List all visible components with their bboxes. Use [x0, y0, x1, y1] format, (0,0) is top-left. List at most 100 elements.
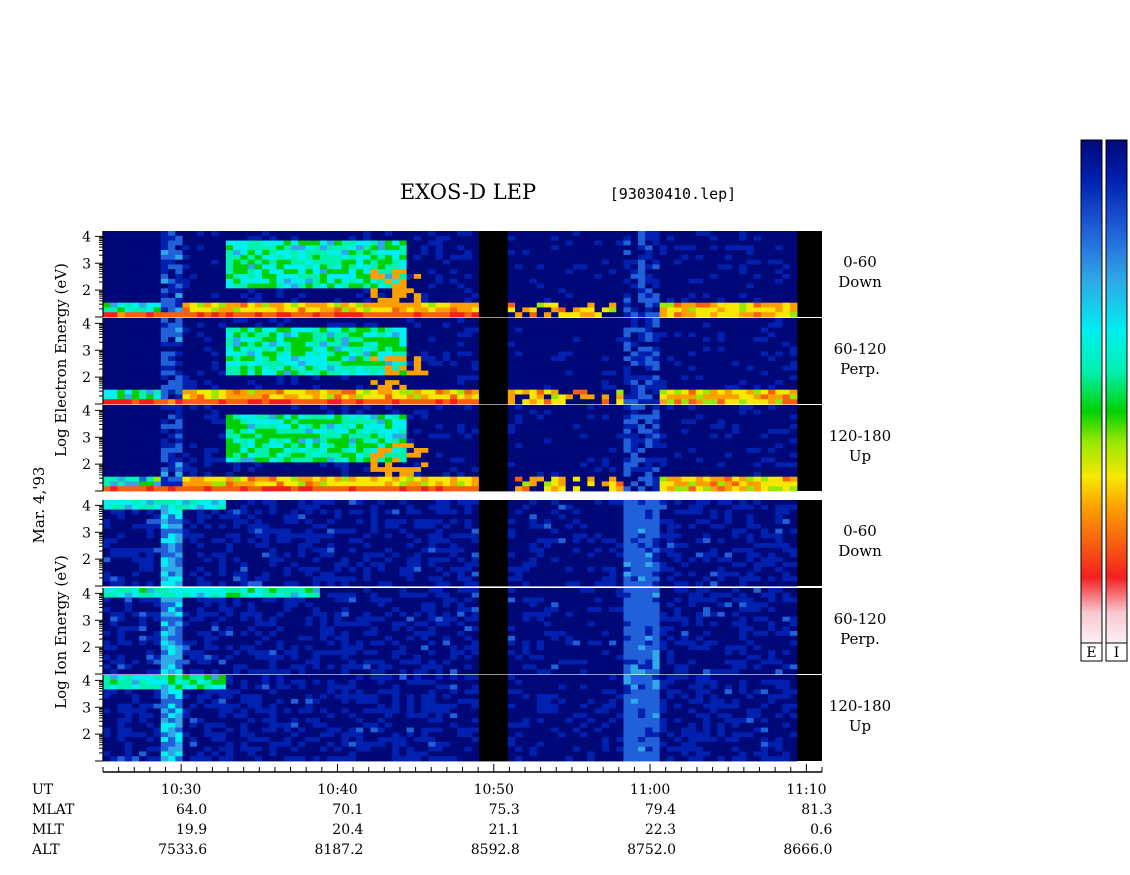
spectrogram-cell [211, 288, 220, 294]
spectrogram-cell [616, 283, 624, 289]
spectrogram-cell [247, 231, 256, 237]
spectrogram-cell [189, 428, 198, 435]
spectrogram-cell [103, 380, 111, 386]
spectrogram-cell [428, 380, 436, 386]
spectrogram-cell [160, 302, 169, 308]
spectrogram-cell [536, 424, 545, 430]
spectrogram-cell [124, 288, 133, 294]
spectrogram-cell [543, 405, 552, 411]
spectrogram-cell [760, 302, 769, 308]
spectrogram-cell [731, 283, 740, 289]
spectrogram-cell [731, 293, 740, 299]
spectrogram-cell [601, 419, 610, 425]
spectrogram-cell [601, 486, 610, 492]
spectrogram-cell [572, 288, 581, 294]
spectrogram-cell [305, 245, 314, 251]
spectrogram-cell [428, 452, 436, 458]
spectrogram-cell [782, 302, 791, 308]
spectrogram-cell [724, 399, 733, 405]
spectrogram-cell [609, 438, 617, 444]
spectrogram-cell [478, 414, 487, 420]
spectrogram-cell [710, 264, 718, 270]
spectrogram-cell [363, 399, 371, 405]
spectrogram-cell [739, 356, 747, 362]
spectrogram-cell [659, 452, 668, 458]
spectrogram-cell [623, 399, 632, 405]
spectrogram-cell [724, 322, 733, 328]
spectrogram-cell [529, 264, 538, 270]
spectrogram-cell [681, 293, 689, 299]
spectrogram-cell [319, 380, 328, 386]
spectrogram-cell [189, 394, 198, 400]
spectrogram-cell [587, 394, 595, 400]
spectrogram-cell [609, 283, 617, 289]
spectrogram-cell [616, 337, 624, 343]
spectrogram-cell [103, 264, 111, 270]
spectrogram-cell [189, 448, 198, 454]
spectrogram-cell [225, 428, 234, 435]
spectrogram-cell [464, 337, 473, 343]
spectrogram-cell [450, 327, 458, 333]
spectrogram-cell [262, 288, 270, 294]
spectrogram-cell [536, 356, 545, 362]
spectrogram-cell [182, 405, 191, 411]
spectrogram-cell [117, 476, 126, 482]
spectrogram-cell [739, 269, 747, 275]
spectrogram-cell [580, 264, 588, 270]
spectrogram-cell [377, 322, 386, 328]
spectrogram-cell [637, 327, 646, 333]
spectrogram-cell [189, 356, 198, 362]
spectrogram-cell [782, 332, 791, 338]
spectrogram-cell [659, 307, 668, 313]
spectrogram-cell [659, 424, 668, 430]
spectrogram-cell [131, 394, 140, 400]
spectrogram-cell [370, 235, 379, 241]
spectrogram-cell [312, 380, 321, 386]
spectrogram-cell [262, 235, 270, 241]
spectrogram-cell [334, 283, 342, 289]
spectrogram-cell [341, 245, 350, 251]
spectrogram-cell [703, 327, 711, 333]
spectrogram-cell [377, 259, 386, 265]
spectrogram-cell [276, 433, 285, 439]
spectrogram-cell [356, 428, 364, 435]
spectrogram-cell [334, 245, 342, 251]
spectrogram-cell [543, 428, 552, 435]
spectrogram-cell [601, 428, 610, 435]
spectrogram-cell [652, 283, 661, 289]
spectrogram-cell [327, 337, 335, 343]
spectrogram-cell [160, 245, 169, 251]
spectrogram-cell [695, 274, 704, 280]
spectrogram-cell [110, 259, 118, 265]
spectrogram-cell [103, 327, 111, 333]
spectrogram-cell [399, 259, 408, 265]
spectrogram-cell [493, 322, 502, 328]
spectrogram-cell [645, 288, 653, 294]
spectrogram-cell [218, 259, 227, 265]
spectrogram-cell [587, 365, 595, 371]
spectrogram-cell [298, 297, 306, 304]
spectrogram-cell [392, 269, 400, 275]
spectrogram-cell [247, 327, 256, 333]
spectrogram-cell [240, 471, 248, 478]
spectrogram-cell [204, 231, 212, 237]
spectrogram-cell [204, 235, 212, 241]
spectrogram-cell [450, 409, 458, 415]
spectrogram-cell [558, 302, 567, 308]
spectrogram-cell [283, 481, 292, 487]
spectrogram-cell [428, 433, 436, 439]
spectrogram-cell [189, 365, 198, 371]
spectrogram-cell [233, 370, 241, 376]
spectrogram-cell [529, 380, 538, 386]
spectrogram-cell [775, 322, 783, 328]
spectrogram-cell [753, 380, 762, 386]
spectrogram-cell [421, 380, 429, 386]
spectrogram-cell [543, 327, 552, 333]
spectrogram-cell [211, 394, 220, 400]
spectrogram-cell [211, 399, 220, 405]
spectrogram-cell [681, 380, 689, 386]
spectrogram-cell [370, 375, 379, 381]
spectrogram-cell [543, 380, 552, 386]
spectrogram-cell [204, 264, 212, 270]
spectrogram-cell [103, 302, 111, 308]
